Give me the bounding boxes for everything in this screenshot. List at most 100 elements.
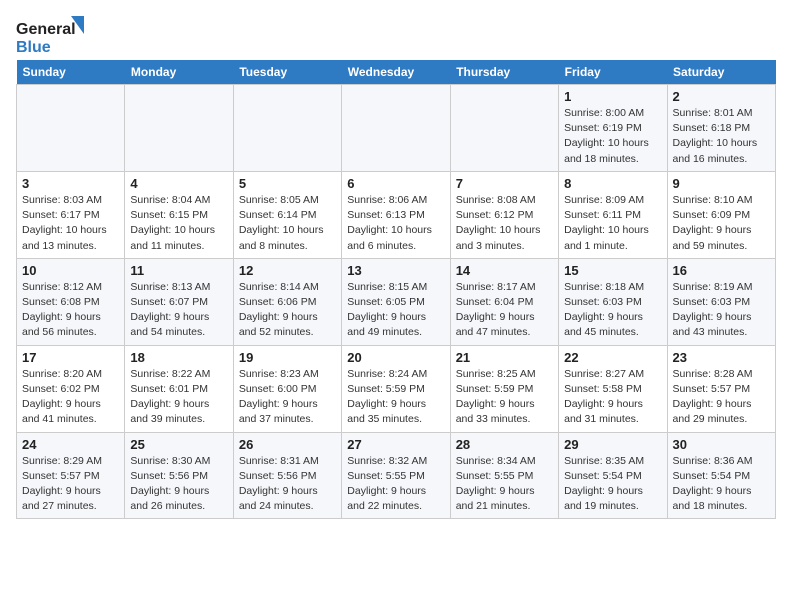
day-number: 9 bbox=[673, 176, 770, 191]
calendar-cell: 11Sunrise: 8:13 AM Sunset: 6:07 PM Dayli… bbox=[125, 258, 233, 345]
day-info: Sunrise: 8:10 AM Sunset: 6:09 PM Dayligh… bbox=[673, 193, 770, 254]
day-info: Sunrise: 8:31 AM Sunset: 5:56 PM Dayligh… bbox=[239, 454, 336, 515]
header-friday: Friday bbox=[559, 60, 667, 85]
calendar-cell: 18 Sunrise: 8:22 AM Sunset: 6:01 PM Dayli… bbox=[125, 345, 233, 432]
header-tuesday: Tuesday bbox=[233, 60, 341, 85]
logo: GeneralBlue bbox=[16, 16, 86, 56]
calendar-cell: 29Sunrise: 8:35 AM Sunset: 5:54 PM Dayli… bbox=[559, 432, 667, 519]
day-info: Sunrise: 8:23 AM Sunset: 6:00 PM Dayligh… bbox=[239, 367, 336, 428]
day-number: 5 bbox=[239, 176, 336, 191]
day-number: 25 bbox=[130, 437, 227, 452]
calendar-cell: 3 Sunrise: 8:03 AM Sunset: 6:17 PM Daylig… bbox=[17, 171, 125, 258]
day-number: 6 bbox=[347, 176, 444, 191]
svg-text:General: General bbox=[16, 21, 76, 38]
calendar-cell: 16Sunrise: 8:19 AM Sunset: 6:03 PM Dayli… bbox=[667, 258, 775, 345]
day-number: 19 bbox=[239, 350, 336, 365]
calendar-table: SundayMondayTuesdayWednesdayThursdayFrid… bbox=[16, 60, 776, 519]
day-info: Sunrise: 8:36 AM Sunset: 5:54 PM Dayligh… bbox=[673, 454, 770, 515]
day-info: Sunrise: 8:25 AM Sunset: 5:59 PM Dayligh… bbox=[456, 367, 553, 428]
day-number: 30 bbox=[673, 437, 770, 452]
day-info: Sunrise: 8:28 AM Sunset: 5:57 PM Dayligh… bbox=[673, 367, 770, 428]
header-saturday: Saturday bbox=[667, 60, 775, 85]
header-monday: Monday bbox=[125, 60, 233, 85]
calendar-cell: 28Sunrise: 8:34 AM Sunset: 5:55 PM Dayli… bbox=[450, 432, 558, 519]
calendar-cell: 24Sunrise: 8:29 AM Sunset: 5:57 PM Dayli… bbox=[17, 432, 125, 519]
calendar-cell bbox=[450, 85, 558, 172]
calendar-cell: 23 Sunrise: 8:28 AM Sunset: 5:57 PM Dayli… bbox=[667, 345, 775, 432]
calendar-cell bbox=[342, 85, 450, 172]
calendar-cell: 8 Sunrise: 8:09 AM Sunset: 6:11 PM Daylig… bbox=[559, 171, 667, 258]
calendar-cell: 13 Sunrise: 8:15 AM Sunset: 6:05 PM Dayli… bbox=[342, 258, 450, 345]
day-number: 17 bbox=[22, 350, 119, 365]
calendar-cell: 26 Sunrise: 8:31 AM Sunset: 5:56 PM Dayli… bbox=[233, 432, 341, 519]
day-number: 3 bbox=[22, 176, 119, 191]
calendar-cell: 2Sunrise: 8:01 AM Sunset: 6:18 PM Daylig… bbox=[667, 85, 775, 172]
day-number: 14 bbox=[456, 263, 553, 278]
day-number: 21 bbox=[456, 350, 553, 365]
logo-svg: GeneralBlue bbox=[16, 16, 86, 56]
day-info: Sunrise: 8:14 AM Sunset: 6:06 PM Dayligh… bbox=[239, 280, 336, 341]
day-number: 7 bbox=[456, 176, 553, 191]
calendar-cell: 20Sunrise: 8:24 AM Sunset: 5:59 PM Dayli… bbox=[342, 345, 450, 432]
day-info: Sunrise: 8:27 AM Sunset: 5:58 PM Dayligh… bbox=[564, 367, 661, 428]
header-wednesday: Wednesday bbox=[342, 60, 450, 85]
calendar-cell: 12 Sunrise: 8:14 AM Sunset: 6:06 PM Dayli… bbox=[233, 258, 341, 345]
calendar-cell: 4Sunrise: 8:04 AM Sunset: 6:15 PM Daylig… bbox=[125, 171, 233, 258]
header-sunday: Sunday bbox=[17, 60, 125, 85]
day-number: 13 bbox=[347, 263, 444, 278]
calendar-cell bbox=[125, 85, 233, 172]
day-number: 20 bbox=[347, 350, 444, 365]
day-info: Sunrise: 8:15 AM Sunset: 6:05 PM Dayligh… bbox=[347, 280, 444, 341]
day-info: Sunrise: 8:05 AM Sunset: 6:14 PM Dayligh… bbox=[239, 193, 336, 254]
svg-text:Blue: Blue bbox=[16, 39, 51, 56]
calendar-cell bbox=[233, 85, 341, 172]
calendar-week-3: 10 Sunrise: 8:12 AM Sunset: 6:08 PM Dayli… bbox=[17, 258, 776, 345]
day-info: Sunrise: 8:09 AM Sunset: 6:11 PM Dayligh… bbox=[564, 193, 661, 254]
calendar-cell: 1Sunrise: 8:00 AM Sunset: 6:19 PM Daylig… bbox=[559, 85, 667, 172]
day-number: 11 bbox=[130, 263, 227, 278]
day-info: Sunrise: 8:00 AM Sunset: 6:19 PM Dayligh… bbox=[564, 106, 661, 167]
day-info: Sunrise: 8:06 AM Sunset: 6:13 PM Dayligh… bbox=[347, 193, 444, 254]
day-number: 15 bbox=[564, 263, 661, 278]
day-info: Sunrise: 8:08 AM Sunset: 6:12 PM Dayligh… bbox=[456, 193, 553, 254]
day-info: Sunrise: 8:17 AM Sunset: 6:04 PM Dayligh… bbox=[456, 280, 553, 341]
day-number: 12 bbox=[239, 263, 336, 278]
calendar-cell: 10 Sunrise: 8:12 AM Sunset: 6:08 PM Dayli… bbox=[17, 258, 125, 345]
day-info: Sunrise: 8:22 AM Sunset: 6:01 PM Dayligh… bbox=[130, 367, 227, 428]
day-number: 27 bbox=[347, 437, 444, 452]
calendar-cell: 22 Sunrise: 8:27 AM Sunset: 5:58 PM Dayli… bbox=[559, 345, 667, 432]
day-number: 26 bbox=[239, 437, 336, 452]
calendar-cell: 30 Sunrise: 8:36 AM Sunset: 5:54 PM Dayli… bbox=[667, 432, 775, 519]
day-number: 22 bbox=[564, 350, 661, 365]
day-info: Sunrise: 8:34 AM Sunset: 5:55 PM Dayligh… bbox=[456, 454, 553, 515]
calendar-cell: 27 Sunrise: 8:32 AM Sunset: 5:55 PM Dayli… bbox=[342, 432, 450, 519]
day-number: 8 bbox=[564, 176, 661, 191]
calendar-cell: 17Sunrise: 8:20 AM Sunset: 6:02 PM Dayli… bbox=[17, 345, 125, 432]
day-info: Sunrise: 8:04 AM Sunset: 6:15 PM Dayligh… bbox=[130, 193, 227, 254]
calendar-cell: 19 Sunrise: 8:23 AM Sunset: 6:00 PM Dayli… bbox=[233, 345, 341, 432]
calendar-cell: 6 Sunrise: 8:06 AM Sunset: 6:13 PM Daylig… bbox=[342, 171, 450, 258]
calendar-header-row: SundayMondayTuesdayWednesdayThursdayFrid… bbox=[17, 60, 776, 85]
day-number: 10 bbox=[22, 263, 119, 278]
day-number: 18 bbox=[130, 350, 227, 365]
calendar-cell: 5 Sunrise: 8:05 AM Sunset: 6:14 PM Daylig… bbox=[233, 171, 341, 258]
day-number: 16 bbox=[673, 263, 770, 278]
calendar-week-4: 17Sunrise: 8:20 AM Sunset: 6:02 PM Dayli… bbox=[17, 345, 776, 432]
page-header: GeneralBlue bbox=[16, 16, 776, 56]
day-info: Sunrise: 8:03 AM Sunset: 6:17 PM Dayligh… bbox=[22, 193, 119, 254]
day-number: 23 bbox=[673, 350, 770, 365]
header-thursday: Thursday bbox=[450, 60, 558, 85]
calendar-week-1: 1Sunrise: 8:00 AM Sunset: 6:19 PM Daylig… bbox=[17, 85, 776, 172]
day-number: 24 bbox=[22, 437, 119, 452]
calendar-cell bbox=[17, 85, 125, 172]
day-info: Sunrise: 8:18 AM Sunset: 6:03 PM Dayligh… bbox=[564, 280, 661, 341]
calendar-week-2: 3 Sunrise: 8:03 AM Sunset: 6:17 PM Daylig… bbox=[17, 171, 776, 258]
day-info: Sunrise: 8:30 AM Sunset: 5:56 PM Dayligh… bbox=[130, 454, 227, 515]
day-number: 29 bbox=[564, 437, 661, 452]
day-info: Sunrise: 8:32 AM Sunset: 5:55 PM Dayligh… bbox=[347, 454, 444, 515]
calendar-cell: 21 Sunrise: 8:25 AM Sunset: 5:59 PM Dayli… bbox=[450, 345, 558, 432]
calendar-cell: 14 Sunrise: 8:17 AM Sunset: 6:04 PM Dayli… bbox=[450, 258, 558, 345]
calendar-cell: 9 Sunrise: 8:10 AM Sunset: 6:09 PM Daylig… bbox=[667, 171, 775, 258]
day-number: 2 bbox=[673, 89, 770, 104]
day-info: Sunrise: 8:12 AM Sunset: 6:08 PM Dayligh… bbox=[22, 280, 119, 341]
